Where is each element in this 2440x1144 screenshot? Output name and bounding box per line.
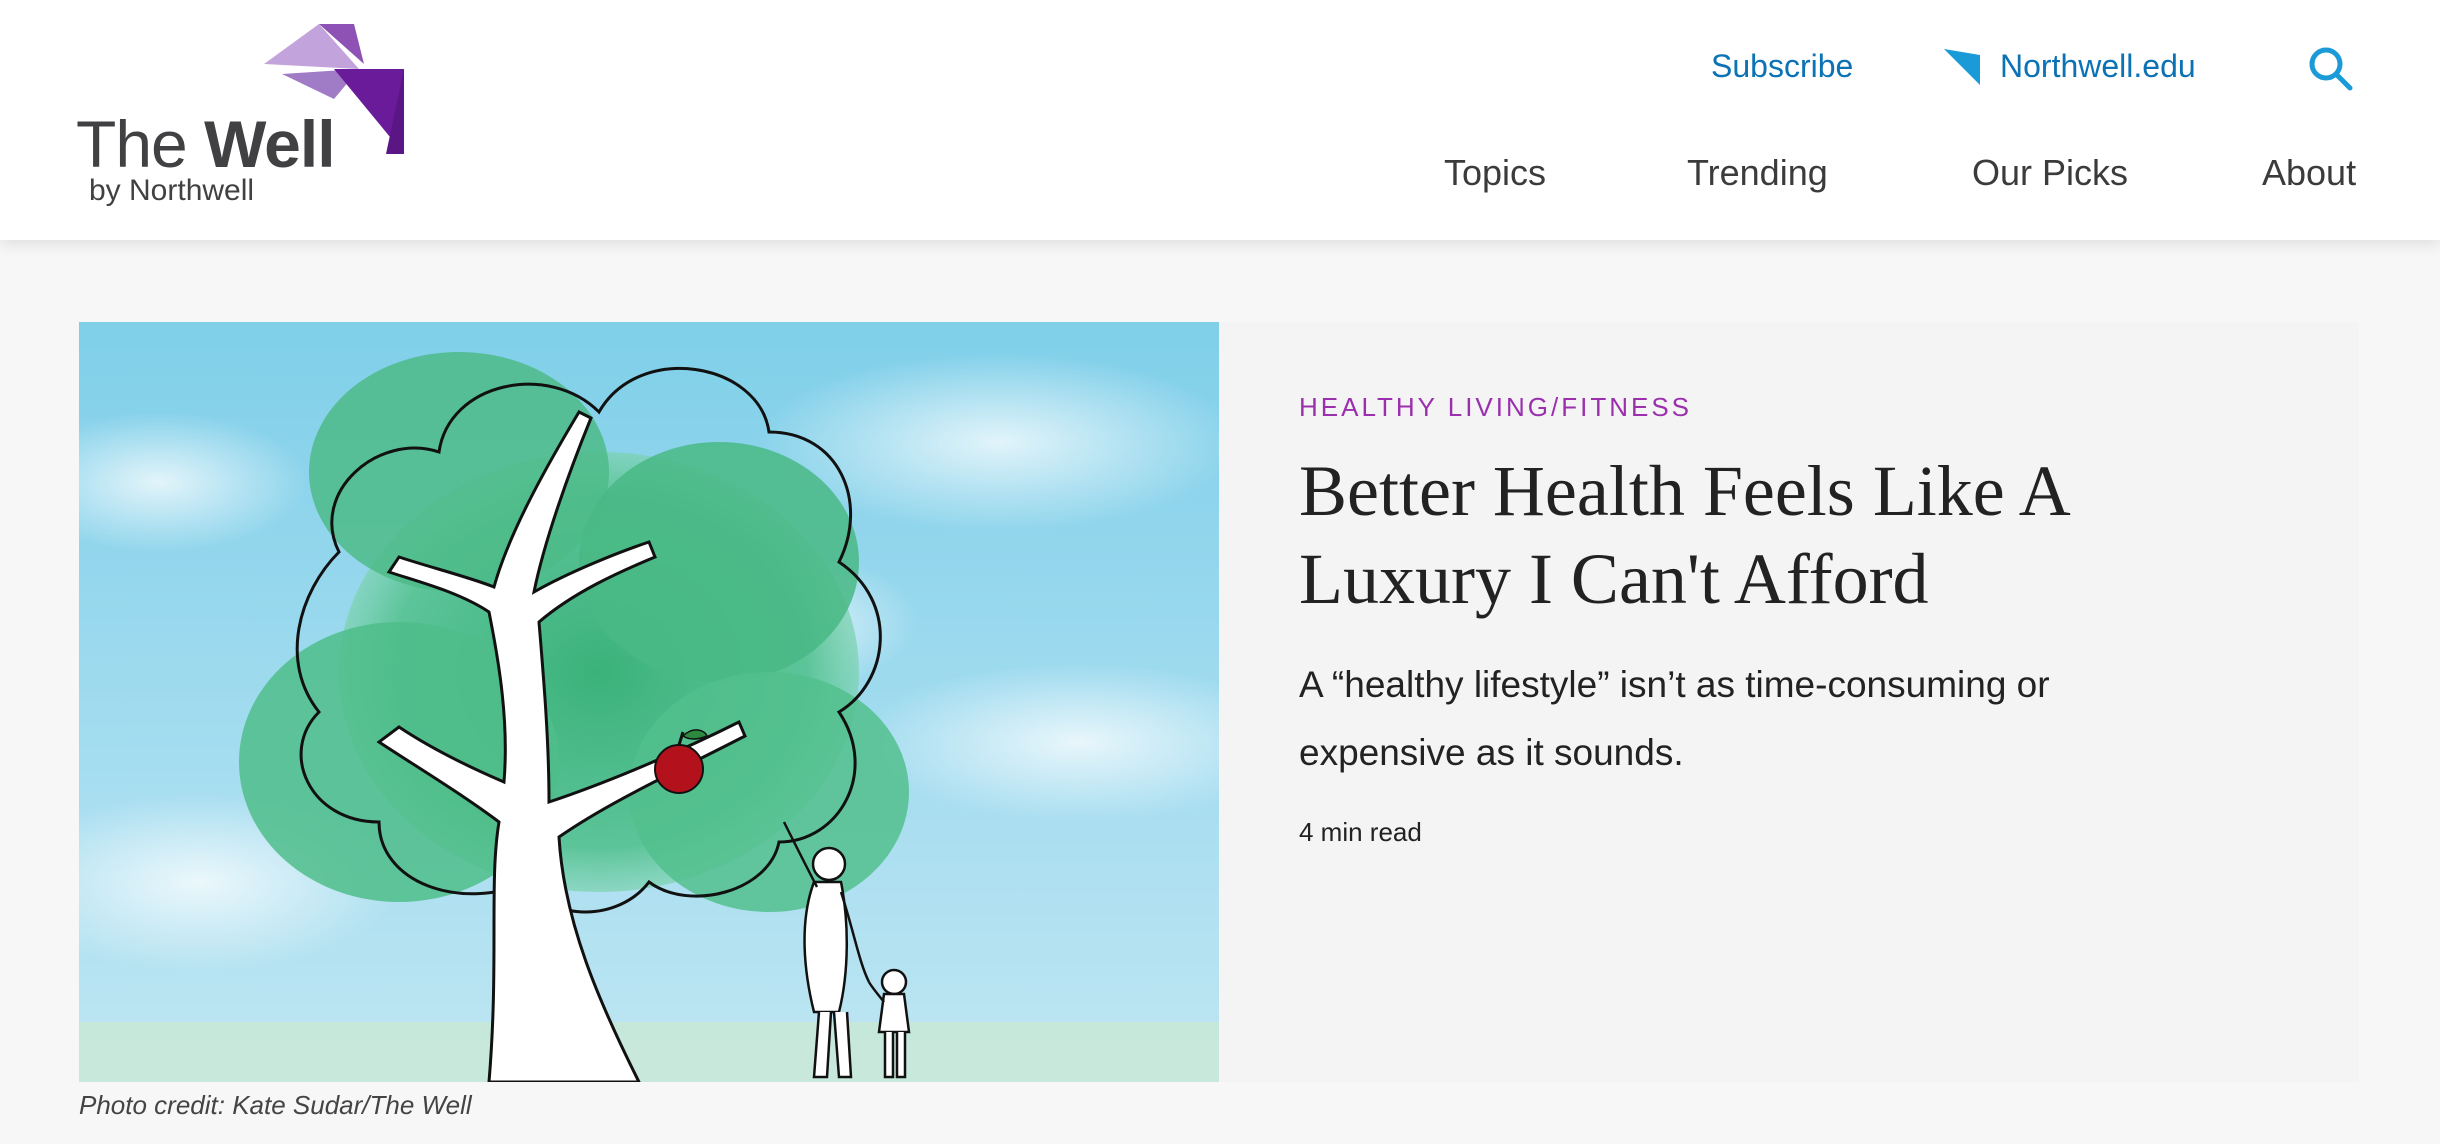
- tree-illustration: [79, 322, 1219, 1082]
- hero-image[interactable]: [79, 322, 1219, 1082]
- nav-item-trending[interactable]: Trending: [1687, 152, 1828, 194]
- headline-line-2: Luxury I Can't Afford: [1299, 539, 1929, 619]
- photo-credit: Photo credit: Kate Sudar/The Well: [79, 1090, 472, 1120]
- article-dek: A “healthy lifestyle” isn’t as time-cons…: [1299, 651, 2259, 787]
- search-button[interactable]: [2306, 44, 2354, 92]
- northwell-link-label: Northwell.edu: [2000, 48, 2196, 84]
- hero-article[interactable]: HEALTHY LIVING/FITNESS Better Health Fee…: [79, 322, 2359, 1082]
- main-nav: Topics Trending Our Picks About: [0, 152, 2440, 202]
- nav-item-about[interactable]: About: [2262, 152, 2356, 194]
- dek-line-1: A “healthy lifestyle” isn’t as time-cons…: [1299, 664, 2050, 705]
- hero-text: HEALTHY LIVING/FITNESS Better Health Fee…: [1299, 392, 2259, 848]
- northwell-flag-icon: [1944, 48, 1980, 85]
- search-icon: [2309, 47, 2353, 91]
- nav-item-topics[interactable]: Topics: [1444, 152, 1546, 194]
- site-header: The Well by Northwell Subscribe Northwel…: [0, 0, 2440, 240]
- nav-item-our-picks[interactable]: Our Picks: [1972, 152, 2128, 194]
- headline-line-1: Better Health Feels Like A: [1299, 451, 2071, 531]
- category-link[interactable]: HEALTHY LIVING/FITNESS: [1299, 392, 1692, 423]
- read-time: 4 min read: [1299, 817, 1422, 847]
- article-headline[interactable]: Better Health Feels Like A Luxury I Can'…: [1299, 447, 2259, 623]
- subscribe-link[interactable]: Subscribe: [1711, 48, 1853, 85]
- dek-line-2: expensive as it sounds.: [1299, 732, 1684, 773]
- northwell-link[interactable]: Northwell.edu: [1944, 48, 2196, 85]
